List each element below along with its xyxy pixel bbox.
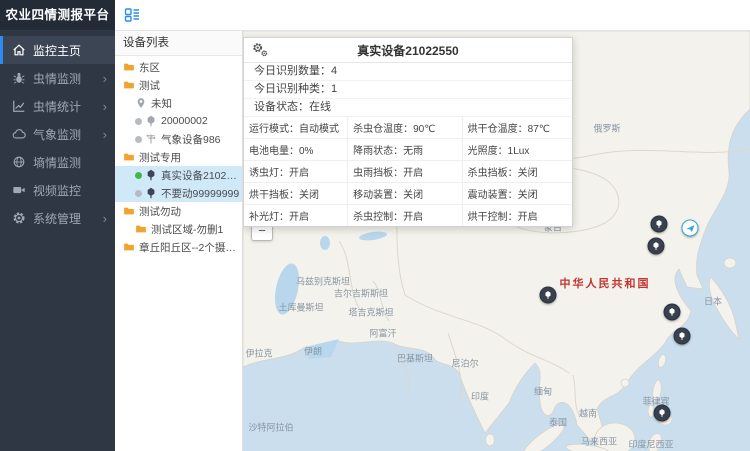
gear-icon: [12, 211, 26, 225]
sidebar-item-label: 视频监控: [33, 182, 81, 199]
tree-folder-zhangqiu-cameras[interactable]: 章丘阳丘区--2个摄像头: [115, 238, 242, 256]
map-pin-icon: [135, 97, 147, 109]
stat-recognition-types: 今日识别种类：1: [244, 81, 572, 99]
grid-cell: 补光灯：开启: [244, 205, 348, 226]
tree-folder-test-special[interactable]: 测试专用: [115, 148, 242, 166]
globe-icon: [12, 155, 26, 169]
app-title: 农业四情测报平台: [0, 0, 115, 30]
popup-header: 真实设备21022550: [244, 38, 572, 63]
chevron-right-icon: ›: [103, 100, 107, 113]
device-list-title: 设备列表: [115, 31, 242, 56]
tree-device-unknown[interactable]: 未知: [115, 94, 242, 112]
sidebar-item-soil-monitor[interactable]: 墒情监测: [0, 148, 115, 176]
sidebar-item-label: 气象监测: [33, 126, 81, 143]
popup-title: 真实设备21022550: [357, 42, 458, 59]
tree-device-dontmove-99999999[interactable]: 不要动99999999: [115, 184, 242, 202]
sidebar-item-label: 虫情监测: [33, 70, 81, 87]
sidebar-item-system-admin[interactable]: 系统管理 ›: [0, 204, 115, 232]
device-marker-insect-trap[interactable]: [654, 405, 671, 422]
device-tree: 东区 测试 未知 20000002 气象设备986 测试专用 真实设备21022…: [115, 56, 242, 256]
device-marker-insect-trap[interactable]: [651, 216, 668, 233]
insect-trap-icon: [145, 115, 157, 127]
chevron-right-icon: ›: [103, 128, 107, 141]
tree-folder-test-area[interactable]: 测试区域-勿删1: [115, 220, 242, 238]
sidebar-item-label: 墒情监测: [33, 154, 81, 171]
device-marker-insect-trap[interactable]: [674, 328, 691, 345]
sidebar: 农业四情测报平台 监控主页 虫情监测 › 虫情统计 › 气象监测 › 墒情监测 …: [0, 0, 115, 451]
tree-folder-test-nomove[interactable]: 测试勿动: [115, 202, 242, 220]
grid-cell: 杀虫控制：开启: [348, 205, 463, 226]
sidebar-item-label: 虫情统计: [33, 98, 81, 115]
grid-cell: 震动装置：关闭: [463, 183, 572, 205]
stat-device-status: 设备状态：在线: [244, 99, 572, 117]
device-marker-insect-trap[interactable]: [648, 238, 665, 255]
grid-cell: 杀虫挡板：关闭: [463, 161, 572, 183]
grid-cell: 烘干控制：开启: [463, 205, 572, 226]
status-dot-offline: [135, 118, 142, 125]
tree-device-20000002[interactable]: 20000002: [115, 112, 242, 130]
line-chart-icon: [12, 99, 26, 113]
grid-cell: 移动装置：关闭: [348, 183, 463, 205]
sidebar-item-insect-monitor[interactable]: 虫情监测 ›: [0, 64, 115, 92]
folder-icon: [123, 241, 135, 253]
sidebar-item-insect-stats[interactable]: 虫情统计 ›: [0, 92, 115, 120]
status-dot-offline: [135, 190, 142, 197]
bug-icon: [12, 71, 26, 85]
highlighted-device-marker[interactable]: [682, 220, 699, 237]
chevron-right-icon: ›: [103, 212, 107, 225]
tree-folder-test[interactable]: 测试: [115, 76, 242, 94]
map-area[interactable]: 俄罗斯 哈萨克斯坦 蒙古 中华人民共和国 吉尔吉斯斯坦 乌兹别克斯坦 土库曼斯坦…: [243, 31, 750, 451]
device-marker-insect-trap[interactable]: [664, 304, 681, 321]
grid-cell: 运行模式：自动模式: [244, 117, 348, 139]
grid-cell: 烘干挡板：关闭: [244, 183, 348, 205]
folder-icon: [123, 151, 135, 163]
tree-folder-east[interactable]: 东区: [115, 58, 242, 76]
folder-icon: [135, 223, 147, 235]
sidebar-item-weather-monitor[interactable]: 气象监测 ›: [0, 120, 115, 148]
folder-icon: [123, 61, 135, 73]
grid-cell: 杀虫仓温度：90℃: [348, 117, 463, 139]
chevron-right-icon: ›: [103, 72, 107, 85]
sidebar-item-video-monitor[interactable]: 视频监控: [0, 176, 115, 204]
folder-icon: [123, 79, 135, 91]
status-dot-offline: [135, 136, 142, 143]
device-info-popup: 真实设备21022550 今日识别数量：4 今日识别种类：1 设备状态：在线 运…: [243, 37, 573, 227]
video-camera-icon: [12, 183, 26, 197]
insect-trap-icon: [145, 187, 157, 199]
device-marker-insect-trap[interactable]: [540, 287, 557, 304]
insect-trap-icon: [145, 169, 157, 181]
sidebar-item-home[interactable]: 监控主页: [0, 36, 115, 64]
grid-cell: 光照度：1Lux: [463, 139, 572, 161]
tree-device-weather-986[interactable]: 气象设备986: [115, 130, 242, 148]
weather-station-icon: [145, 133, 157, 145]
status-dot-online: [135, 172, 142, 179]
popup-stats: 今日识别数量：4 今日识别种类：1 设备状态：在线: [244, 63, 572, 117]
grid-cell: 烘干仓温度：87℃: [463, 117, 572, 139]
stat-recognition-count: 今日识别数量：4: [244, 63, 572, 81]
layout-grid-icon[interactable]: [124, 7, 140, 23]
grid-cell: 虫雨挡板：开启: [348, 161, 463, 183]
sidebar-item-label: 监控主页: [33, 42, 81, 59]
cloud-icon: [12, 127, 26, 141]
grid-cell: 诱虫灯：开启: [244, 161, 348, 183]
device-list-panel: 设备列表 东区 测试 未知 20000002 气象设备986 测试专用: [115, 31, 243, 451]
topbar: [115, 0, 750, 31]
tree-device-real-21022550[interactable]: 真实设备21022550: [115, 166, 242, 184]
sidebar-item-label: 系统管理: [33, 210, 81, 227]
home-icon: [12, 43, 26, 57]
grid-cell: 降雨状态：无雨: [348, 139, 463, 161]
folder-icon: [123, 205, 135, 217]
settings-gears-icon[interactable]: [252, 42, 269, 59]
grid-cell: 电池电量：0%: [244, 139, 348, 161]
device-status-grid: 运行模式：自动模式 杀虫仓温度：90℃ 烘干仓温度：87℃ 电池电量：0% 降雨…: [244, 117, 572, 226]
sidebar-nav: 监控主页 虫情监测 › 虫情统计 › 气象监测 › 墒情监测 视频监控 系统管理: [0, 30, 115, 232]
